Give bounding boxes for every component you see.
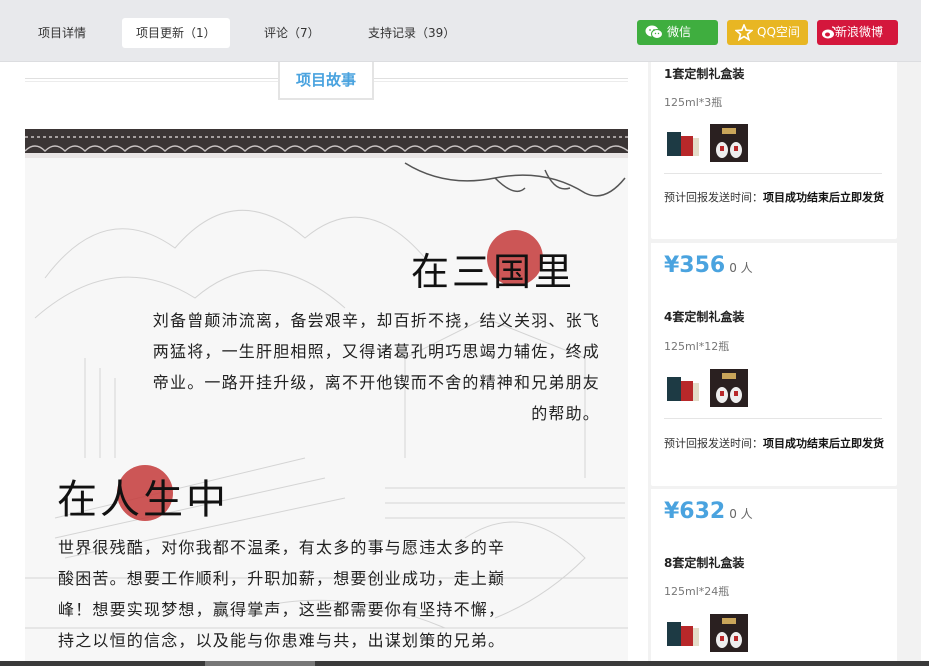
roof-tiles-graphic: [25, 129, 628, 158]
reward-title: 8套定制礼盒装: [664, 556, 745, 570]
product-thumbnail[interactable]: [710, 614, 748, 652]
story-paragraph-2: 世界很残酷，对你我都不温柔，有太多的事与愿违太多的辛 酸困苦。想要工作顺利，升职…: [58, 532, 578, 656]
story-section-title: 项目故事: [278, 62, 374, 100]
story-paragraph-1: 刘备曾颠沛流离，备尝艰辛，却百折不挠，结义关羽、张飞 两猛将，一生肝胆相照，又得…: [105, 305, 600, 429]
reward-thumbnails: [664, 614, 754, 652]
horizontal-scrollbar[interactable]: [0, 661, 929, 666]
star-icon: [735, 24, 753, 41]
story-heading-three-kingdoms: 在三国里: [411, 250, 576, 294]
story-heading-in-life: 在人生中: [57, 477, 229, 523]
reward-price: ¥632 0 人: [664, 499, 753, 524]
product-thumbnail[interactable]: [664, 614, 702, 652]
share-weibo-label: 新浪微博: [835, 25, 884, 39]
para-line: 的帮助。: [531, 404, 600, 423]
page-edge: [921, 0, 929, 666]
wechat-icon: [645, 25, 663, 39]
product-thumbnail[interactable]: [664, 124, 702, 162]
weibo-icon: [822, 26, 836, 39]
tab-support-records[interactable]: 支持记录（39）: [354, 18, 469, 48]
para-line: 两猛将，一生肝胆相照，又得诸葛孔明巧思竭力辅佐，终成: [152, 342, 600, 361]
reward-list: 1套定制礼盒装 125ml*3瓶 预计回报发送时间：项目成功结束后立即发货 ¥3…: [648, 62, 921, 666]
reward-price-value: ¥356: [664, 253, 726, 278]
para-line: 酸困苦。想要工作顺利，升职加薪，想要创业成功，走上巅: [58, 569, 506, 588]
top-nav-bar: 项目详情 项目更新（1） 评论（7） 支持记录（39） 微信 QQ空间 新浪微博: [0, 0, 921, 62]
reward-spec: 125ml*24瓶: [664, 585, 730, 598]
ship-time-label: 预计回报发送时间：: [664, 437, 763, 450]
story-illustration: 在三国里 刘备曾颠沛流离，备尝艰辛，却百折不挠，结义关羽、张飞 两猛将，一生肝胆…: [25, 129, 628, 666]
reward-ship-time: 预计回报发送时间：项目成功结束后立即发货: [664, 188, 884, 207]
project-story-panel: 项目故事 在三国里 刘备曾颠沛流离，备尝艰辛，却百折不挠，结义关羽、张飞 两猛将…: [0, 62, 648, 666]
reward-backer-count: 0 人: [729, 261, 753, 275]
para-line: 世界很残酷，对你我都不温柔，有太多的事与愿违太多的辛: [58, 538, 506, 557]
reward-card[interactable]: ¥356 0 人 4套定制礼盒装 125ml*12瓶 预计回报发送时间：项目成功结…: [651, 243, 897, 486]
reward-title: 4套定制礼盒装: [664, 310, 745, 324]
reward-card[interactable]: ¥632 0 人 8套定制礼盒装 125ml*24瓶: [651, 489, 897, 666]
product-thumbnail[interactable]: [710, 124, 748, 162]
para-line: 持之以恒的信念，以及能与你患难与共，出谋划策的兄弟。: [58, 631, 506, 650]
reward-thumbnails: [664, 369, 754, 407]
divider: [664, 173, 882, 174]
reward-card[interactable]: 1套定制礼盒装 125ml*3瓶 预计回报发送时间：项目成功结束后立即发货: [651, 62, 897, 239]
reward-price-value: ¥632: [664, 499, 726, 524]
reward-price: ¥356 0 人: [664, 253, 753, 278]
reward-ship-time: 预计回报发送时间：项目成功结束后立即发货: [664, 434, 884, 453]
reward-thumbnails: [664, 124, 754, 162]
para-line: 帝业。一路开挂升级，离不开他锲而不舍的精神和兄弟朋友: [152, 373, 600, 392]
share-weibo-button[interactable]: 新浪微博: [817, 20, 898, 45]
para-line: 峰！想要实现梦想，赢得掌声，这些都需要你有坚持不懈，: [58, 600, 506, 619]
ship-time-value: 项目成功结束后立即发货: [763, 437, 884, 450]
scrollbar-thumb[interactable]: [205, 661, 315, 666]
para-line: 刘备曾颠沛流离，备尝艰辛，却百折不挠，结义关羽、张飞: [152, 311, 600, 330]
tab-project-updates[interactable]: 项目更新（1）: [122, 18, 230, 48]
product-thumbnail[interactable]: [664, 369, 702, 407]
divider: [664, 418, 882, 419]
reward-backer-count: 0 人: [729, 507, 753, 521]
reward-spec: 125ml*3瓶: [664, 96, 723, 109]
tab-project-details[interactable]: 项目详情: [24, 18, 100, 48]
tab-comments[interactable]: 评论（7）: [250, 18, 334, 48]
share-qzone-label: QQ空间: [757, 25, 800, 39]
reward-title: 1套定制礼盒装: [664, 67, 745, 81]
share-wechat-button[interactable]: 微信: [637, 20, 718, 45]
reward-spec: 125ml*12瓶: [664, 340, 730, 353]
share-qzone-button[interactable]: QQ空间: [727, 20, 808, 45]
ship-time-label: 预计回报发送时间：: [664, 191, 763, 204]
ship-time-value: 项目成功结束后立即发货: [763, 191, 884, 204]
product-thumbnail[interactable]: [710, 369, 748, 407]
share-wechat-label: 微信: [667, 25, 692, 39]
